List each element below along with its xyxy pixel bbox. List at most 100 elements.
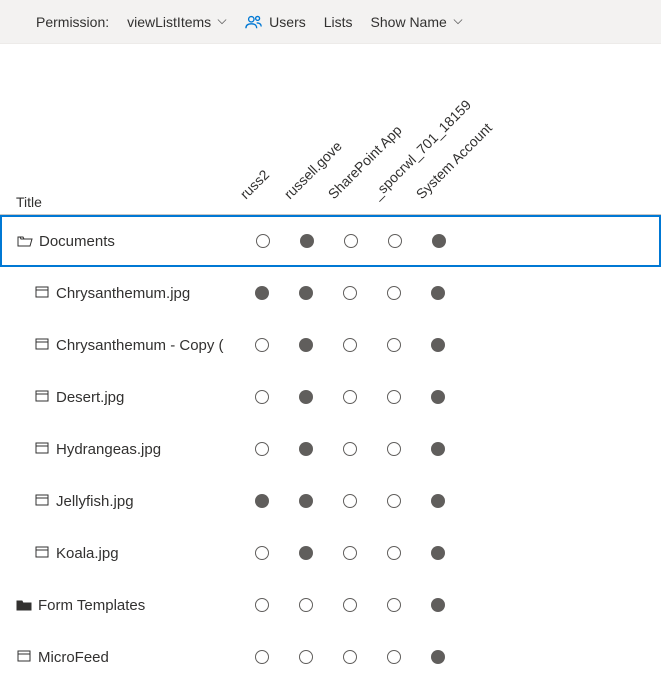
table-row[interactable]: Koala.jpg (0, 527, 661, 579)
permission-cell[interactable] (284, 598, 328, 612)
permission-cell[interactable] (416, 546, 460, 560)
permission-cell[interactable] (372, 650, 416, 664)
permission-dot-empty-icon (343, 390, 357, 404)
title-cell: MicroFeed (0, 649, 240, 666)
permission-cell[interactable] (416, 286, 460, 300)
table-row[interactable]: MicroFeed (0, 631, 661, 683)
permission-cell[interactable] (284, 390, 328, 404)
title-text: Desert.jpg (56, 389, 124, 406)
permission-dot-filled-icon (255, 494, 269, 508)
permission-cell[interactable] (284, 286, 328, 300)
file-icon (34, 390, 50, 404)
table-row[interactable]: Hydrangeas.jpg (0, 423, 661, 475)
permission-cell[interactable] (284, 650, 328, 664)
permission-dot-filled-icon (431, 546, 445, 560)
showname-label: Show Name (371, 14, 447, 30)
permission-dot-empty-icon (388, 234, 402, 248)
permission-cell[interactable] (284, 546, 328, 560)
permission-dot-empty-icon (387, 650, 401, 664)
title-cell: Desert.jpg (0, 389, 240, 406)
permission-dot-filled-icon (431, 598, 445, 612)
permission-cell[interactable] (328, 390, 372, 404)
permission-cell[interactable] (372, 286, 416, 300)
permission-dot-empty-icon (387, 442, 401, 456)
lists-button[interactable]: Lists (324, 14, 353, 30)
permission-cell[interactable] (284, 338, 328, 352)
users-button[interactable]: Users (245, 13, 306, 31)
permission-cell[interactable] (372, 390, 416, 404)
showname-dropdown[interactable]: Show Name (371, 14, 463, 30)
permission-dot-filled-icon (431, 650, 445, 664)
permission-cell[interactable] (328, 598, 372, 612)
permission-cell[interactable] (328, 338, 372, 352)
permission-cell[interactable] (328, 286, 372, 300)
permission-cell[interactable] (328, 494, 372, 508)
permission-cell[interactable] (372, 494, 416, 508)
title-cell: Jellyfish.jpg (0, 493, 240, 510)
permission-cell[interactable] (284, 442, 328, 456)
permission-dot-filled-icon (299, 494, 313, 508)
people-icon (245, 13, 263, 31)
permission-cell[interactable] (372, 598, 416, 612)
permission-cell[interactable] (416, 494, 460, 508)
permission-dot-filled-icon (300, 234, 314, 248)
permission-cell[interactable] (285, 234, 329, 248)
title-cell: Chrysanthemum.jpg (0, 285, 240, 302)
table-row[interactable]: Jellyfish.jpg (0, 475, 661, 527)
title-text: Form Templates (38, 597, 145, 614)
permission-label: Permission: (20, 14, 109, 30)
permission-cell[interactable] (416, 442, 460, 456)
user-column-header[interactable]: SharePoint App (328, 104, 372, 214)
table-row[interactable]: Documents (0, 215, 661, 267)
title-text: Hydrangeas.jpg (56, 441, 161, 458)
user-column-header[interactable]: russ2 (240, 104, 284, 214)
permission-cell[interactable] (416, 390, 460, 404)
user-column-header[interactable]: _spocrwl_701_18159 (372, 104, 416, 214)
permission-dot-empty-icon (343, 494, 357, 508)
grid-body: Documents Chrysanthemum.jpg Chrysanthemum … (0, 214, 661, 683)
permission-cell[interactable] (416, 338, 460, 352)
permission-cell[interactable] (328, 442, 372, 456)
permission-dot-filled-icon (299, 546, 313, 560)
permission-cell[interactable] (373, 234, 417, 248)
permission-cell[interactable] (417, 234, 461, 248)
permission-cell[interactable] (372, 442, 416, 456)
table-row[interactable]: Desert.jpg (0, 371, 661, 423)
permission-cell[interactable] (372, 546, 416, 560)
permission-dot-filled-icon (431, 390, 445, 404)
table-row[interactable]: Chrysanthemum.jpg (0, 267, 661, 319)
permission-dropdown[interactable]: viewListItems (127, 14, 227, 30)
permission-dot-empty-icon (387, 598, 401, 612)
permission-dot-filled-icon (299, 442, 313, 456)
permission-cell[interactable] (240, 390, 284, 404)
permission-cell[interactable] (284, 494, 328, 508)
permission-value: viewListItems (127, 14, 211, 30)
table-row[interactable]: Form Templates (0, 579, 661, 631)
permission-dot-empty-icon (344, 234, 358, 248)
permission-cell[interactable] (240, 286, 284, 300)
user-column-header[interactable]: System Account (416, 104, 460, 214)
title-column-header[interactable]: Title (0, 194, 240, 214)
title-text: MicroFeed (38, 649, 109, 666)
permission-cell[interactable] (328, 650, 372, 664)
permission-cell[interactable] (240, 546, 284, 560)
file-icon (34, 338, 50, 352)
permission-cell[interactable] (240, 650, 284, 664)
permission-cell[interactable] (240, 442, 284, 456)
permission-cell[interactable] (240, 338, 284, 352)
permission-cell[interactable] (329, 234, 373, 248)
table-row[interactable]: Chrysanthemum - Copy ( (0, 319, 661, 371)
title-cell: Chrysanthemum - Copy ( (0, 337, 240, 354)
permission-cell[interactable] (416, 598, 460, 612)
permission-cell[interactable] (416, 650, 460, 664)
users-label: Users (269, 14, 306, 30)
permission-cell[interactable] (372, 338, 416, 352)
permission-cell[interactable] (328, 546, 372, 560)
permission-cell[interactable] (240, 494, 284, 508)
permission-dot-empty-icon (256, 234, 270, 248)
permission-dot-filled-icon (431, 338, 445, 352)
permission-dot-empty-icon (343, 598, 357, 612)
permission-cell[interactable] (241, 234, 285, 248)
user-column-header[interactable]: russell.gove (284, 104, 328, 214)
permission-cell[interactable] (240, 598, 284, 612)
